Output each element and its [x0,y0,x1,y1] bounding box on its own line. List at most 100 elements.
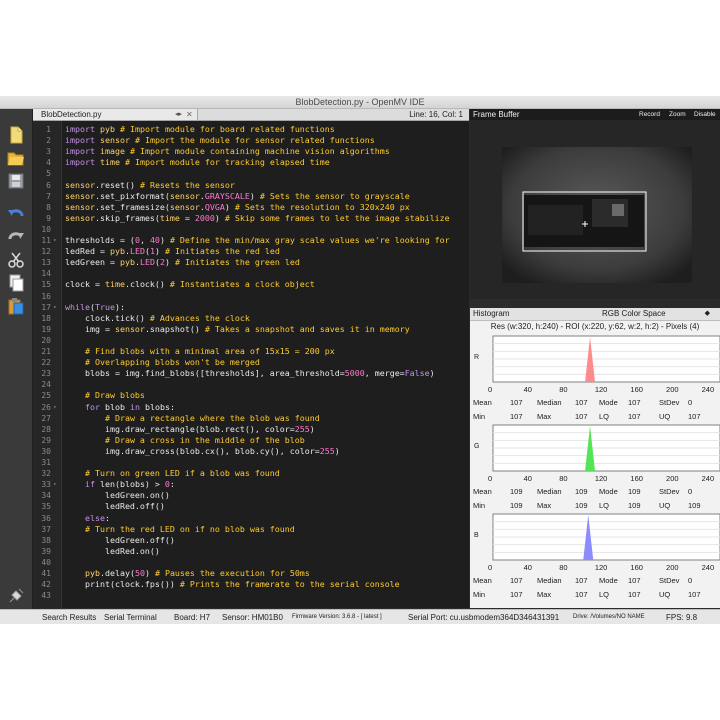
stat-value-min: 107 [510,412,523,421]
board-info: Board: H7 [174,613,211,622]
line-number: 27 [41,413,51,423]
line-number: 13 [41,258,51,268]
stat-value-mode: 109 [628,487,641,496]
open-folder-icon[interactable] [7,149,25,167]
select-arrows-icon[interactable]: ◆ [705,308,710,320]
camera-frame[interactable] [502,147,692,283]
histogram-roi-info: Res (w:320, h:240) - ROI (x:220, y:62, w… [490,322,700,331]
close-tab-icon[interactable]: ✕ [186,109,193,120]
stat-value-min: 109 [510,501,523,510]
paste-icon[interactable] [7,297,25,315]
left-toolbar [0,109,33,624]
zoom-button[interactable]: Zoom [669,109,686,120]
stat-value-stdev: 0 [688,576,693,585]
line-number: 4 [46,158,51,168]
code-text: sensor.reset() # Resets the sensor [65,179,235,190]
stat-label-max: Max [537,590,552,599]
line-number: 37 [41,524,51,534]
stat-value-uq: 107 [688,412,701,421]
x-tick-label: 160 [630,563,643,572]
disable-button[interactable]: Disable [694,109,716,120]
code-text: blobs = img.find_blobs([thresholds], are… [65,368,435,379]
drive-info: Drive: /Volumes/NO NAME [573,614,645,620]
histogram-plot [492,513,720,561]
line-number: 20 [41,335,51,345]
x-tick-label: 240 [701,385,715,394]
cut-icon[interactable] [7,251,25,269]
undo-icon[interactable] [7,205,25,223]
line-number: 10 [41,224,51,234]
color-space-select[interactable]: RGB Color Space [602,308,666,320]
redo-icon[interactable] [7,228,25,246]
frame-buffer-title: Frame Buffer [473,110,520,119]
histogram-channel-g: G 0 40 80 120 160 200 240 Mean 109 Median 109 Mode 10… [470,423,720,512]
stat-label-stdev: StDev [659,576,680,585]
fps-readout: FPS: 9.8 [666,613,698,622]
connect-icon[interactable] [7,587,25,605]
stat-value-max: 107 [575,590,588,599]
line-number: 3 [46,147,51,157]
fold-arrow-icon[interactable]: ▾ [53,402,57,413]
stat-value-max: 107 [575,412,588,421]
stat-value-lq: 107 [628,412,641,421]
fold-arrow-icon[interactable]: ▾ [53,479,57,490]
line-number: 21 [41,347,51,356]
line-number: 42 [41,580,51,590]
serial-port-info: Serial Port: cu.usbmodem364D346431391 [408,613,560,622]
code-text: if len(blobs) > 0: [84,479,175,490]
tab-label: BlobDetection.py [41,110,102,119]
line-number: 22 [41,358,51,368]
line-number: 35 [41,502,51,512]
stat-value-uq: 109 [688,501,701,510]
code-text: import time # Import module for tracking… [65,157,330,168]
cursor-position: Line: 16, Col: 1 [409,110,463,119]
line-number: 5 [46,169,51,179]
serial-terminal-tab[interactable]: Serial Terminal [104,610,157,624]
stat-value-max: 109 [575,501,588,510]
x-tick-label: 160 [630,385,643,394]
tab-blobdetection[interactable]: BlobDetection.py ◂▸ ✕ [33,109,198,120]
stat-label-mean: Mean [473,398,492,407]
title-bar: BlobDetection.py - OpenMV IDE [0,96,720,109]
code-editor[interactable]: 1 import pyb # Import module for board re… [33,121,469,608]
stat-label-lq: LQ [599,590,610,599]
fold-arrow-icon[interactable]: ▾ [53,302,57,313]
code-text: clock = time.clock() # Instantiates a cl… [65,279,315,290]
record-button[interactable]: Record [639,109,660,120]
copy-icon[interactable] [7,274,25,292]
stat-label-uq: UQ [659,412,671,421]
stat-label-lq: LQ [599,501,610,510]
line-number: 29 [41,435,51,445]
tab-switch-icon[interactable]: ◂▸ [175,109,182,120]
stat-label-mode: Mode [599,398,618,407]
save-icon[interactable] [7,172,25,190]
line-number: 24 [41,380,51,390]
search-results-tab[interactable]: Search Results [42,610,96,624]
stat-value-mean: 107 [510,576,523,585]
x-tick-label: 200 [666,385,679,394]
stat-value-mode: 107 [628,398,641,407]
code-text: # Turn on green LED if a blob was found [84,468,280,479]
code-text: import pyb # Import module for board rel… [65,124,335,134]
line-number: 9 [46,213,51,223]
stat-value-stdev: 0 [688,398,693,407]
line-number: 43 [41,591,51,601]
line-number: 26 [41,402,51,412]
x-tick-label: 160 [630,474,643,483]
code-text: # Draw a rectangle where the blob was fo… [104,412,320,423]
channel-axis-label: R [474,354,480,361]
code-text: img.draw_rectangle(blob.rect(), color=25… [65,423,315,434]
line-number: 38 [41,535,51,545]
code-text: import sensor # Import the module for se… [65,135,375,146]
line-number: 16 [41,291,51,301]
line-number: 33 [41,480,51,490]
code-text: import image # Import module containing … [65,146,390,157]
code-text: img = sensor.snapshot() # Takes a snapsh… [65,323,410,334]
new-file-icon[interactable] [7,126,25,144]
fold-arrow-icon[interactable]: ▾ [53,235,57,246]
code-text: # Draw blobs [84,390,145,401]
stat-label-min: Min [473,501,486,510]
stat-label-median: Median [537,576,562,585]
line-number: 6 [46,180,51,190]
firmware-info[interactable]: Firmware Version: 3.6.8 - [ latest ] [292,610,382,624]
